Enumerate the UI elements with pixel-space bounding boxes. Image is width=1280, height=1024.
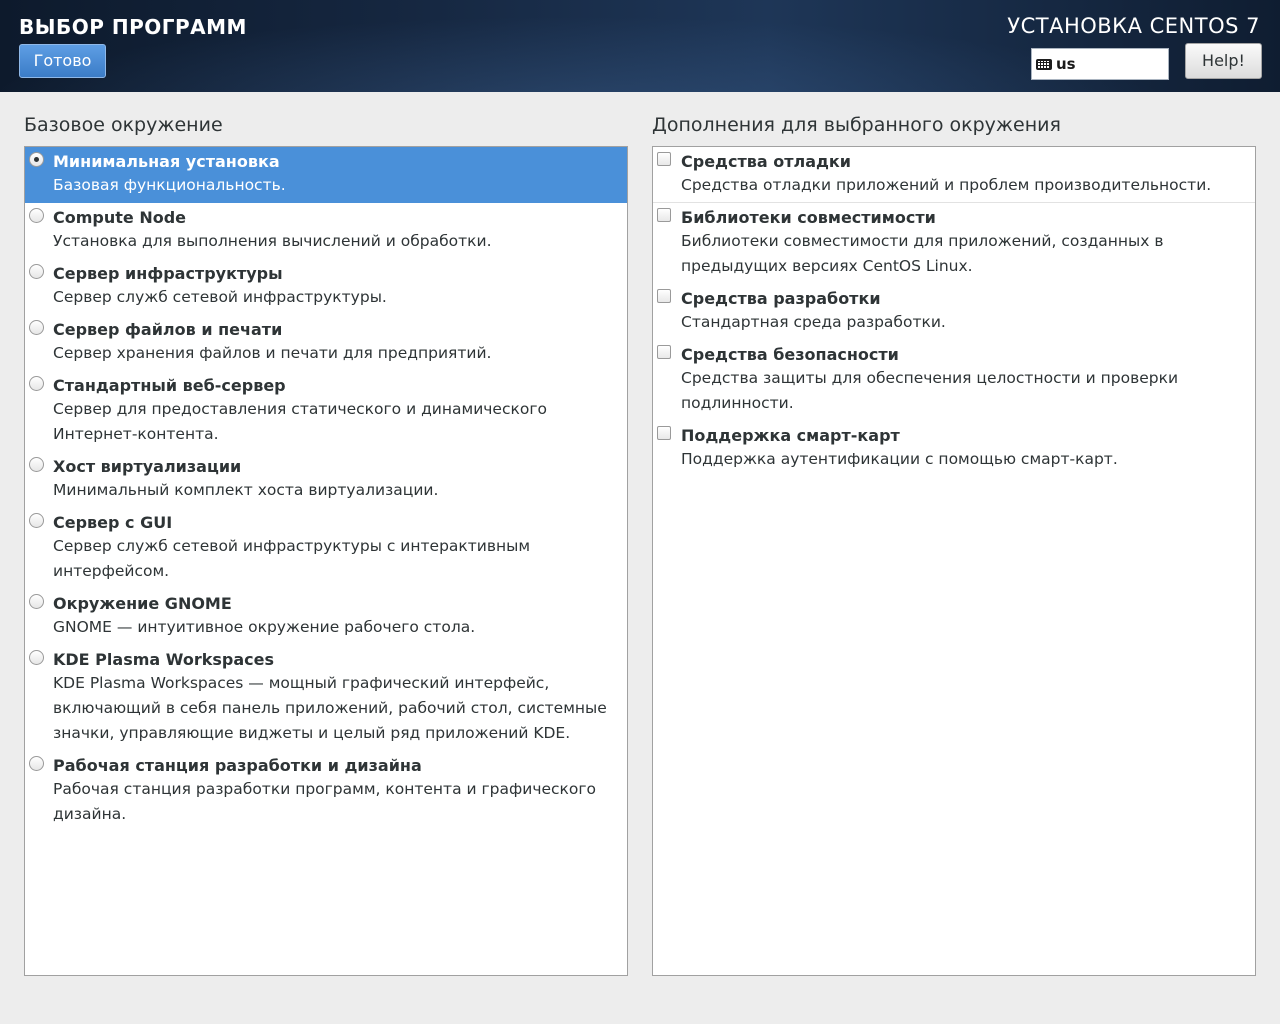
env-item-minimal[interactable]: Минимальная установка Базовая функционал… xyxy=(25,147,627,203)
env-desc: GNOME — интуитивное окружение рабочего с… xyxy=(53,618,476,636)
addon-item-debug-tools[interactable]: Средства отладки Средства отладки прилож… xyxy=(653,147,1255,203)
env-item-compute-node[interactable]: Compute Node Установка для выполнения вы… xyxy=(25,203,627,259)
env-title: Хост виртуализации xyxy=(53,457,242,476)
env-item-dev-workstation[interactable]: Рабочая станция разработки и дизайна Раб… xyxy=(25,751,627,832)
env-radio[interactable] xyxy=(29,376,44,391)
env-desc: Сервер для предоставления статического и… xyxy=(53,400,547,443)
addon-checkbox[interactable] xyxy=(657,289,671,303)
addon-title: Средства разработки xyxy=(681,289,881,308)
header-bar: ВЫБОР ПРОГРАММ Готово УСТАНОВКА CENTOS 7… xyxy=(0,0,1280,92)
addon-title: Средства отладки xyxy=(681,152,851,171)
addon-title: Поддержка смарт-карт xyxy=(681,426,900,445)
env-radio[interactable] xyxy=(29,594,44,609)
env-desc: Сервер хранения файлов и печати для пред… xyxy=(53,344,492,362)
addon-title: Средства безопасности xyxy=(681,345,899,364)
env-radio[interactable] xyxy=(29,650,44,665)
keyboard-icon xyxy=(1036,58,1052,70)
addon-checkbox[interactable] xyxy=(657,208,671,222)
env-item-infrastructure-server[interactable]: Сервер инфраструктуры Сервер служб сетев… xyxy=(25,259,627,315)
env-radio[interactable] xyxy=(29,457,44,472)
env-desc: Рабочая станция разработки программ, кон… xyxy=(53,780,597,823)
env-radio[interactable] xyxy=(29,513,44,528)
env-item-file-print-server[interactable]: Сервер файлов и печати Сервер хранения ф… xyxy=(25,315,627,371)
env-item-virtualization-host[interactable]: Хост виртуализации Минимальный комплект … xyxy=(25,452,627,508)
addon-desc: Средства защиты для обеспечения целостно… xyxy=(681,369,1179,412)
product-title: УСТАНОВКА CENTOS 7 xyxy=(1007,14,1260,38)
addon-item-compat-libs[interactable]: Библиотеки совместимости Библиотеки совм… xyxy=(653,203,1255,284)
env-title: KDE Plasma Workspaces xyxy=(53,650,274,669)
addon-item-dev-tools[interactable]: Средства разработки Стандартная среда ра… xyxy=(653,284,1255,340)
env-item-gnome[interactable]: Окружение GNOME GNOME — интуитивное окру… xyxy=(25,589,627,645)
env-title: Стандартный веб-сервер xyxy=(53,376,286,395)
env-title: Сервер файлов и печати xyxy=(53,320,283,339)
base-environment-heading: Базовое окружение xyxy=(24,114,223,136)
env-radio[interactable] xyxy=(29,320,44,335)
env-desc: Минимальный комплект хоста виртуализации… xyxy=(53,481,439,499)
addon-item-smart-card[interactable]: Поддержка смарт-карт Поддержка аутентифи… xyxy=(653,421,1255,477)
env-title: Сервер с GUI xyxy=(53,513,173,532)
addon-title: Библиотеки совместимости xyxy=(681,208,936,227)
addon-item-security-tools[interactable]: Средства безопасности Средства защиты дл… xyxy=(653,340,1255,421)
env-desc: Установка для выполнения вычислений и об… xyxy=(53,232,492,250)
env-desc: Базовая функциональность. xyxy=(53,176,286,194)
keyboard-layout-value: us xyxy=(1056,55,1076,73)
env-desc: Сервер служб сетевой инфраструктуры. xyxy=(53,288,387,306)
env-title: Минимальная установка xyxy=(53,152,280,171)
addon-checkbox[interactable] xyxy=(657,152,671,166)
addons-heading: Дополнения для выбранного окружения xyxy=(652,114,1061,136)
env-title: Compute Node xyxy=(53,208,187,227)
addon-desc: Стандартная среда разработки. xyxy=(681,313,946,331)
env-desc: Сервер служб сетевой инфраструктуры с ин… xyxy=(53,537,531,580)
env-radio[interactable] xyxy=(29,756,44,771)
env-radio[interactable] xyxy=(29,264,44,279)
addon-desc: Поддержка аутентификации с помощью смарт… xyxy=(681,450,1118,468)
env-item-web-server[interactable]: Стандартный веб-сервер Сервер для предос… xyxy=(25,371,627,452)
addon-desc: Средства отладки приложений и проблем пр… xyxy=(681,176,1212,194)
env-desc: KDE Plasma Workspaces — мощный графическ… xyxy=(53,674,607,742)
keyboard-layout-indicator[interactable]: us xyxy=(1031,48,1169,80)
env-title: Сервер инфраструктуры xyxy=(53,264,283,283)
done-button[interactable]: Готово xyxy=(19,44,106,78)
env-item-server-gui[interactable]: Сервер с GUI Сервер служб сетевой инфрас… xyxy=(25,508,627,589)
addons-list[interactable]: Средства отладки Средства отладки прилож… xyxy=(652,146,1256,976)
addon-desc: Библиотеки совместимости для приложений,… xyxy=(681,232,1164,275)
spoke-title: ВЫБОР ПРОГРАММ xyxy=(19,15,247,39)
env-title: Окружение GNOME xyxy=(53,594,232,613)
env-radio[interactable] xyxy=(29,208,44,223)
addon-checkbox[interactable] xyxy=(657,345,671,359)
addon-checkbox[interactable] xyxy=(657,426,671,440)
base-environment-list[interactable]: Минимальная установка Базовая функционал… xyxy=(24,146,628,976)
env-title: Рабочая станция разработки и дизайна xyxy=(53,756,422,775)
env-radio[interactable] xyxy=(29,152,44,167)
help-button[interactable]: Help! xyxy=(1185,43,1262,79)
env-item-kde-plasma[interactable]: KDE Plasma Workspaces KDE Plasma Workspa… xyxy=(25,645,627,751)
